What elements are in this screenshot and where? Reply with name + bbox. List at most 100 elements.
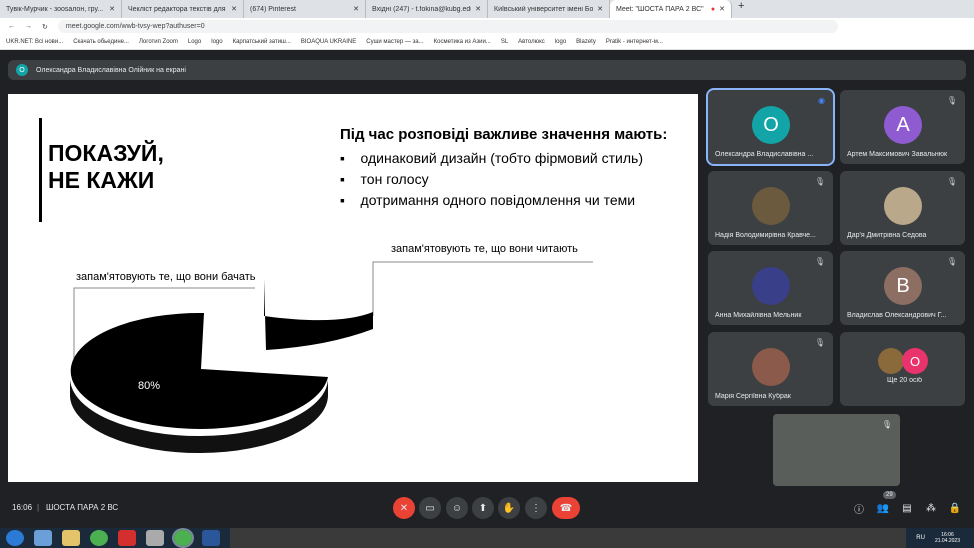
value-see: 80%	[138, 380, 161, 392]
mic-off-icon: 🎙	[814, 257, 825, 266]
url-input[interactable]: meet.google.com/wwb-tvsy-wep?authuser=0	[57, 20, 838, 33]
avatar: А	[884, 106, 922, 144]
taskbar-background	[230, 528, 907, 548]
participant-name: Дар'я Дмитрівна Седова	[847, 232, 927, 239]
mic-off-icon: 🎙	[946, 177, 957, 186]
shared-slide: ПОКАЗУЙ, НЕ КАЖИ Під час розповіді важлив…	[8, 94, 698, 482]
bookmark-item[interactable]: Blazety	[576, 39, 596, 45]
participant-name: Ще 20 осіб	[886, 377, 923, 384]
new-tab-button[interactable]: +	[732, 0, 750, 18]
presenter-avatar: О	[16, 64, 28, 76]
browser-tab-active[interactable]: Meet: "ШОСТА ПАРА 2 ВС" ● ✕	[610, 0, 732, 18]
tab-bar: Тувік-Мурчик - зооsалон, гру... ✕ Чекліст…	[0, 0, 974, 18]
raise-hand-button[interactable]: ✋	[498, 497, 520, 519]
computer-icon[interactable]	[34, 530, 52, 546]
present-button[interactable]: ⬆	[472, 497, 494, 519]
participant-tile[interactable]: Дар'я Дмитрівна Седова 🎙	[840, 171, 965, 245]
more-options-button[interactable]: ⋮	[525, 497, 547, 519]
avatar: В	[884, 267, 922, 305]
meeting-time: 16:06	[12, 503, 33, 512]
people-count-badge: 29	[883, 491, 896, 499]
participant-name: Артем Максимович Завальнюк	[847, 151, 948, 158]
camera-button[interactable]: ▭	[419, 497, 441, 519]
avatar	[878, 348, 904, 374]
address-bar-row: ← → ↻ meet.google.com/wwb-tvsy-wep?authuse…	[0, 18, 974, 35]
browser-tab[interactable]: Київський університет імені Бо... ✕	[488, 0, 610, 18]
browser-tab[interactable]: Вхідні (247) - t.fokina@kubg.edu... ✕	[366, 0, 488, 18]
participant-name: Владислав Олександрович Г...	[847, 312, 947, 319]
browser-tab[interactable]: Чекліст редактора текстів для н... ✕	[122, 0, 244, 18]
word-icon[interactable]	[202, 530, 220, 546]
chrome-active-icon[interactable]	[172, 528, 194, 548]
participant-tile[interactable]: Марія Сергіївна Кубрак 🎙	[708, 332, 833, 406]
presenting-banner: О Олександра Владиславівна Олійник на ек…	[8, 60, 966, 80]
label-see: запам'ятовують те, що вони бачать	[76, 271, 256, 283]
reload-icon[interactable]: ↻	[42, 23, 48, 31]
avatar: О	[902, 348, 928, 374]
meeting-name: ШОСТА ПАРА 2 ВС	[46, 503, 119, 512]
leave-call-button[interactable]: ☎	[552, 497, 580, 519]
bookmark-item[interactable]: Логотип Zoom	[139, 39, 178, 45]
mic-off-button[interactable]: ✕	[393, 497, 415, 519]
bookmark-item[interactable]: Карпатський затиш...	[233, 39, 291, 45]
chat-button[interactable]: ▤	[896, 497, 918, 519]
acrobat-icon[interactable]	[118, 530, 136, 546]
forward-icon[interactable]: →	[25, 23, 32, 30]
label-read: запам'ятовують те, що вони читають	[391, 243, 578, 255]
participant-tile[interactable]: О Олександра Владиславівна ... ◉	[706, 88, 835, 166]
mic-off-icon: 🎙	[946, 96, 957, 105]
bookmark-item[interactable]: Косметика из Азии...	[434, 39, 491, 45]
participant-tile[interactable]: Анна Михайлівна Мельник 🎙	[708, 251, 833, 325]
bookmark-item[interactable]: logo	[555, 39, 566, 45]
participant-name: Надія Володимирівна Кравче...	[715, 232, 816, 239]
taskbar: RU 16:06 21.04.2023	[0, 528, 974, 548]
people-button[interactable]: 👥	[872, 497, 894, 519]
host-controls-button[interactable]: 🔒	[944, 497, 966, 519]
info-button[interactable]: ⓘ	[848, 497, 870, 519]
self-view[interactable]: 🎙	[773, 414, 900, 486]
activities-button[interactable]: ⁂	[920, 497, 942, 519]
bookmark-item[interactable]: Logo	[188, 39, 201, 45]
control-bar: 16:06 | ШОСТА ПАРА 2 ВС ✕ ▭ ☺ ⬆ ✋ ⋮ ☎ ⓘ …	[0, 491, 974, 523]
mic-off-icon: 🎙	[814, 177, 825, 186]
bookmark-item[interactable]: Суши мастер — за...	[366, 39, 423, 45]
speaking-icon: ◉	[818, 96, 825, 105]
bookmark-item[interactable]: Pratik - интернет-м...	[606, 39, 663, 45]
pie-slice-20	[264, 279, 373, 350]
start-button[interactable]	[6, 530, 24, 546]
paint-icon[interactable]	[146, 530, 164, 546]
mic-off-icon: 🎙	[881, 420, 892, 429]
avatar	[752, 348, 790, 386]
bookmark-item[interactable]: BIOAQUA UKRAINE	[301, 39, 356, 45]
recording-icon: ●	[710, 5, 716, 13]
browser-tab[interactable]: (674) Pinterest ✕	[244, 0, 366, 18]
bookmark-item[interactable]: logo	[211, 39, 222, 45]
value-read: 20%	[295, 291, 318, 303]
separator: |	[37, 503, 40, 512]
language-indicator[interactable]: RU	[916, 535, 925, 541]
avatar	[752, 187, 790, 225]
participant-tile[interactable]: А Артем Максимович Завальнюк 🎙	[840, 90, 965, 164]
participant-tile[interactable]: В Владислав Олександрович Г... 🎙	[840, 251, 965, 325]
avatar: О	[752, 106, 790, 144]
bookmark-item[interactable]: Скачать обьедине...	[73, 39, 129, 45]
bookmark-item[interactable]: SL	[501, 39, 508, 45]
avatar	[752, 267, 790, 305]
more-participants-tile[interactable]: О Ще 20 осіб	[840, 332, 965, 406]
participant-tile[interactable]: Надія Володимирівна Кравче... 🎙	[708, 171, 833, 245]
bookmark-item[interactable]: UKR.NET: Всі нови...	[6, 39, 63, 45]
chrome-icon[interactable]	[90, 530, 108, 546]
avatar	[884, 187, 922, 225]
participant-name: Анна Михайлівна Мельник	[715, 312, 802, 319]
explorer-icon[interactable]	[62, 530, 80, 546]
pie-chart	[70, 261, 593, 454]
clock[interactable]: 16:06 21.04.2023	[935, 532, 974, 544]
emoji-button[interactable]: ☺	[446, 497, 468, 519]
browser-tab[interactable]: Тувік-Мурчик - зооsалон, гру... ✕	[0, 0, 122, 18]
participant-name: Марія Сергіївна Кубрак	[715, 393, 791, 400]
bookmark-item[interactable]: Автолюкс	[518, 39, 545, 45]
mic-off-icon: 🎙	[814, 338, 825, 347]
participant-name: Олександра Владиславівна ...	[715, 151, 814, 158]
back-icon[interactable]: ←	[8, 23, 15, 30]
leader-line-read	[372, 261, 593, 316]
